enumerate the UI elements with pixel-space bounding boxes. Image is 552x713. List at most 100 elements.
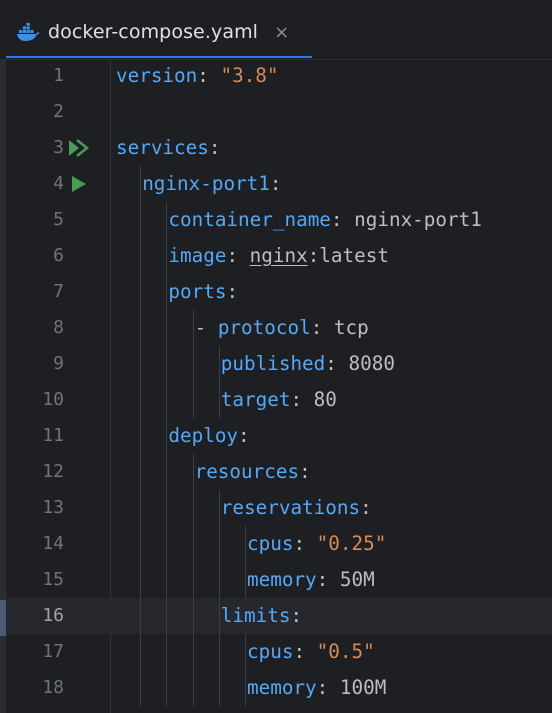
yaml-colon: : [290,604,303,627]
line-number: 16 [42,605,64,626]
code-line[interactable]: 14 cpus: "0.25" [6,526,552,562]
run-all-icon[interactable] [64,130,94,166]
yaml-value: 100M [339,676,387,699]
yaml-colon: : [316,568,340,591]
yaml-key: services [116,136,209,159]
code-text: - protocol: tcp [195,310,369,346]
code-line[interactable]: 13 reservations: [6,490,552,526]
code-line[interactable]: 12 resources: [6,454,552,490]
code-editor[interactable]: 1 version: "3.8" 2 3 services: 4 nginx-port1: 5… [6,60,552,713]
yaml-value: nginx-port1 [354,208,482,231]
yaml-key: limits [220,604,291,627]
code-text: published: 8080 [221,346,395,382]
code-text: target: 80 [221,382,337,418]
yaml-value: 50M [339,568,375,591]
line-number: 18 [42,677,64,698]
indent-guide [245,634,246,706]
yaml-key: nginx-port1 [142,172,270,195]
yaml-key: reservations [220,496,361,519]
yaml-colon: : [360,496,372,519]
yaml-value: 8080 [348,352,395,375]
code-line[interactable]: 7 ports: [6,274,552,310]
yaml-colon: : [208,136,221,159]
tab-docker-compose[interactable]: docker-compose.yaml × [6,8,312,56]
line-number: 12 [42,461,64,482]
code-text: cpus: "0.25" [247,526,386,562]
yaml-value: 80 [313,388,337,411]
code-text: limits: [221,598,302,634]
code-text: reservations: [221,490,372,526]
docker-icon [16,22,40,42]
ide-window: docker-compose.yaml × 1 version: "3.8" 2 3 s… [0,0,552,713]
yaml-key: cpus [247,532,294,555]
code-line[interactable]: 9 published: 8080 [6,346,552,382]
run-icon[interactable] [64,166,94,202]
yaml-colon: : [293,532,317,555]
yaml-colon: : [299,460,311,483]
code-text: memory: 50M [247,562,375,598]
code-line[interactable]: 2 [6,94,552,130]
line-number: 17 [42,641,64,662]
yaml-value: "0.25" [316,532,387,555]
yaml-colon: : [226,244,250,267]
yaml-colon: : [310,316,334,339]
line-number: 5 [53,209,64,230]
yaml-colon: : [325,352,349,375]
indent-guide [245,526,246,598]
yaml-key: memory [247,676,317,699]
code-line[interactable]: 10 target: 80 [6,382,552,418]
yaml-colon: : [330,208,355,231]
code-line[interactable]: 18 memory: 100M [6,670,552,706]
yaml-colon: : [226,280,239,303]
line-number: 9 [53,353,64,374]
yaml-value: "0.5" [316,640,375,663]
yaml-colon: : [290,388,314,411]
indent-guide [166,202,168,706]
code-text: resources: [195,454,311,490]
editor-tab-bar: docker-compose.yaml × [0,0,552,60]
yaml-key: protocol [217,316,311,339]
yaml-colon: : [316,676,340,699]
line-number: 11 [42,425,64,446]
code-line[interactable]: 4 nginx-port1: [6,166,552,202]
yaml-key: image [168,244,227,267]
yaml-value: :latest [307,244,389,267]
yaml-value: tcp [333,316,369,339]
yaml-key: version [116,64,198,87]
code-line[interactable]: 1 version: "3.8" [6,58,552,94]
line-number: 14 [42,533,64,554]
code-text: services: [116,130,220,166]
code-line[interactable]: 15 memory: 50M [6,562,552,598]
code-text: container_name: nginx-port1 [168,202,481,238]
code-line[interactable]: 11 deploy: [6,418,552,454]
line-number: 3 [53,137,64,158]
close-icon[interactable]: × [274,22,289,43]
code-text: version: "3.8" [116,58,279,94]
line-number: 1 [53,65,64,86]
code-line[interactable]: 17 cpus: "0.5" [6,634,552,670]
code-line[interactable]: 5 container_name: nginx-port1 [6,202,552,238]
yaml-key: cpus [247,640,294,663]
yaml-colon: : [269,172,282,195]
line-number: 10 [42,389,64,410]
list-dash: - [194,316,218,339]
yaml-key: container_name [168,208,331,231]
yaml-key: memory [247,568,317,591]
indent-guide [218,346,220,418]
yaml-key: resources [194,460,300,483]
line-number: 4 [53,173,64,194]
indent-guide [192,310,194,418]
indent-guide [218,490,220,706]
code-text: deploy: [168,418,249,454]
line-number: 2 [53,101,64,122]
indent-guide [140,166,142,706]
code-line[interactable]: 8 - protocol: tcp [6,310,552,346]
image-link[interactable]: nginx [250,244,308,267]
yaml-key: target [220,388,291,411]
code-line[interactable]: 3 services: [6,130,552,166]
yaml-key: deploy [168,424,239,447]
code-line[interactable]: 16 limits: [6,598,552,634]
code-text: cpus: "0.5" [247,634,375,670]
code-line[interactable]: 6 image: nginx:latest [6,238,552,274]
line-number: 8 [53,317,64,338]
